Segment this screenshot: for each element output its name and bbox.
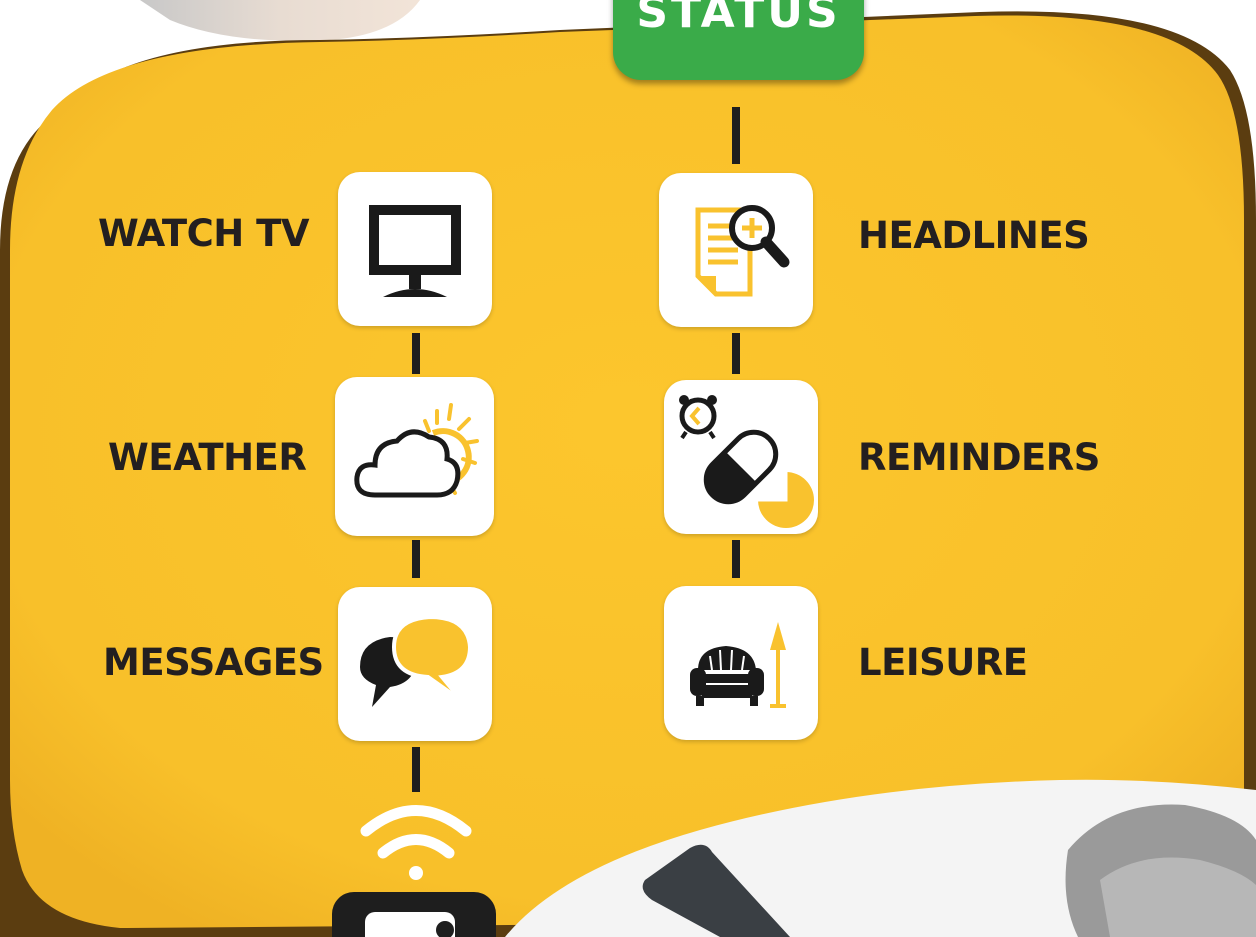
menu-label-weather: WEATHER bbox=[108, 436, 307, 479]
watch-tv-button[interactable] bbox=[338, 172, 492, 326]
menu-label-headlines: HEADLINES bbox=[858, 214, 1090, 257]
leisure-button[interactable] bbox=[664, 586, 818, 740]
sofa-lamp-icon bbox=[690, 622, 786, 708]
news-search-icon bbox=[695, 205, 790, 297]
connector-line bbox=[732, 107, 740, 164]
weather-button[interactable] bbox=[335, 377, 494, 536]
pill-alarm-icon bbox=[679, 395, 814, 528]
status-label: STATUS bbox=[636, 0, 841, 38]
messages-button[interactable] bbox=[338, 587, 492, 741]
app-canvas: STATUS WATCH TV WEATHER MESSAGES HEADLIN… bbox=[0, 0, 1256, 937]
connector-line bbox=[412, 540, 420, 578]
weather-icon bbox=[353, 402, 479, 497]
menu-label-watch-tv: WATCH TV bbox=[98, 212, 310, 255]
tv-icon bbox=[369, 205, 461, 297]
top-photo bbox=[140, 0, 420, 41]
menu-label-messages: MESSAGES bbox=[103, 641, 324, 684]
chat-bubbles-icon bbox=[360, 614, 473, 707]
connector-line bbox=[412, 333, 420, 374]
connector-line bbox=[732, 540, 740, 578]
headlines-button[interactable] bbox=[659, 173, 813, 327]
connector-line bbox=[732, 333, 740, 374]
router-device-icon bbox=[332, 892, 496, 937]
reminders-button[interactable] bbox=[664, 380, 818, 534]
menu-label-leisure: LEISURE bbox=[858, 641, 1028, 684]
connector-line bbox=[412, 747, 420, 792]
status-tab[interactable]: STATUS bbox=[613, 0, 864, 80]
menu-label-reminders: REMINDERS bbox=[858, 436, 1100, 479]
